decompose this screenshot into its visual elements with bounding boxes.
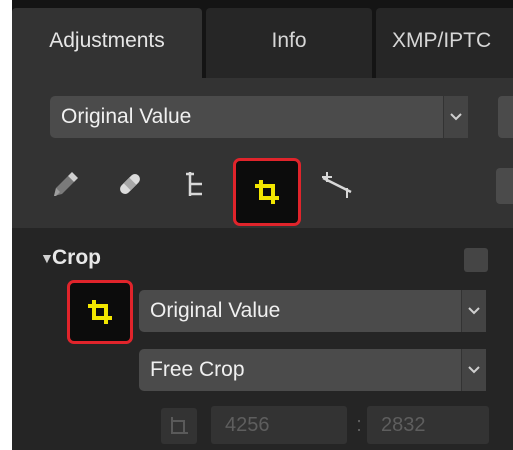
crop-enable-checkbox[interactable] [464,248,488,272]
dimension-separator: : [356,414,362,436]
tab-xmp-iptc[interactable]: XMP/IPTC [376,8,513,78]
tab-info[interactable]: Info [206,8,372,78]
eyedropper-icon[interactable] [48,166,84,202]
panel-option-button[interactable] [498,96,513,138]
crop-tool-highlight[interactable] [233,158,301,226]
tree-icon[interactable] [178,166,214,202]
crop-height-field[interactable]: 2832 [367,406,489,444]
settings-gear-button[interactable] [496,168,513,204]
crop-section-title: Crop [52,246,101,269]
aspect-lock-icon[interactable] [161,408,197,444]
tool-panel: Original Value [12,78,513,228]
preset-dropdown-value: Original Value [61,105,192,128]
crop-value-dropdown-value: Original Value [150,299,281,322]
bandage-icon[interactable] [112,166,148,202]
chevron-down-icon[interactable] [461,290,486,332]
crop-value-dropdown[interactable]: Original Value [139,290,486,332]
crop-mode-dropdown-value: Free Crop [150,358,245,381]
crop-icon-highlight[interactable] [67,280,133,344]
chevron-down-icon[interactable] [461,349,486,391]
tab-bar: Adjustments Info XMP/IPTC [12,0,513,78]
tab-adjustments[interactable]: Adjustments [12,8,202,78]
adjustments-panel: Adjustments Info XMP/IPTC Original Value [12,0,513,450]
preset-dropdown[interactable]: Original Value [50,96,468,138]
crop-icon[interactable] [247,172,287,212]
chevron-down-icon[interactable] [443,96,468,138]
crop-icon[interactable] [79,292,121,332]
crop-width-field[interactable]: 4256 [211,406,347,444]
straighten-icon[interactable] [317,166,357,202]
crop-mode-dropdown[interactable]: Free Crop [139,349,486,391]
